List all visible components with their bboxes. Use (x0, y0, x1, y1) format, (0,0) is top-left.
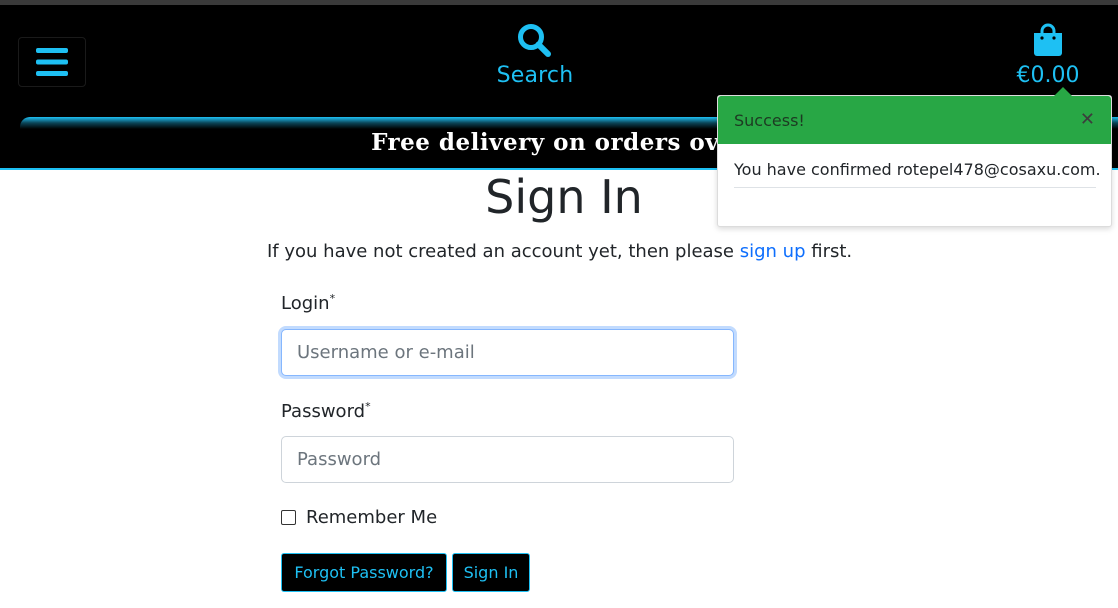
login-label: Login* (281, 292, 335, 314)
toast-divider (734, 187, 1096, 188)
password-input[interactable] (281, 436, 734, 483)
password-label-text: Password (281, 401, 366, 422)
toast-arrow (1054, 87, 1072, 96)
forgot-password-button[interactable]: Forgot Password? (281, 553, 447, 592)
password-required-marker: * (365, 400, 371, 413)
login-required-marker: * (329, 292, 336, 305)
password-label: Password* (281, 400, 371, 422)
sign-up-link[interactable]: sign up (740, 241, 806, 262)
search-icon (518, 24, 551, 57)
toast-header: Success! ✕ (718, 96, 1111, 144)
cart-total: €0.00 (1016, 63, 1080, 88)
sign-in-button[interactable]: Sign In (452, 553, 530, 592)
intro-text-after: first. (805, 241, 853, 262)
search-label: Search (496, 63, 574, 88)
shopping-bag-icon (1034, 23, 1062, 56)
success-toast: Success! ✕ You have confirmed rotepel478… (717, 87, 1112, 227)
remember-me-row[interactable]: Remember Me (281, 507, 437, 528)
menu-toggle-button[interactable] (18, 37, 86, 87)
login-label-text: Login (281, 293, 330, 314)
close-icon[interactable]: ✕ (1080, 111, 1095, 129)
intro-text-before: If you have not created an account yet, … (267, 241, 740, 262)
remember-me-checkbox[interactable] (281, 510, 296, 525)
remember-me-label: Remember Me (306, 507, 438, 528)
cart-link[interactable]: €0.00 (1000, 23, 1096, 88)
toast-title: Success! (734, 110, 805, 130)
search-link[interactable]: Search (485, 23, 585, 88)
login-input[interactable] (281, 329, 734, 376)
toast-message: You have confirmed rotepel478@cosaxu.com… (734, 160, 1101, 179)
hamburger-menu-icon (36, 48, 68, 76)
intro-text: If you have not created an account yet, … (267, 241, 852, 262)
